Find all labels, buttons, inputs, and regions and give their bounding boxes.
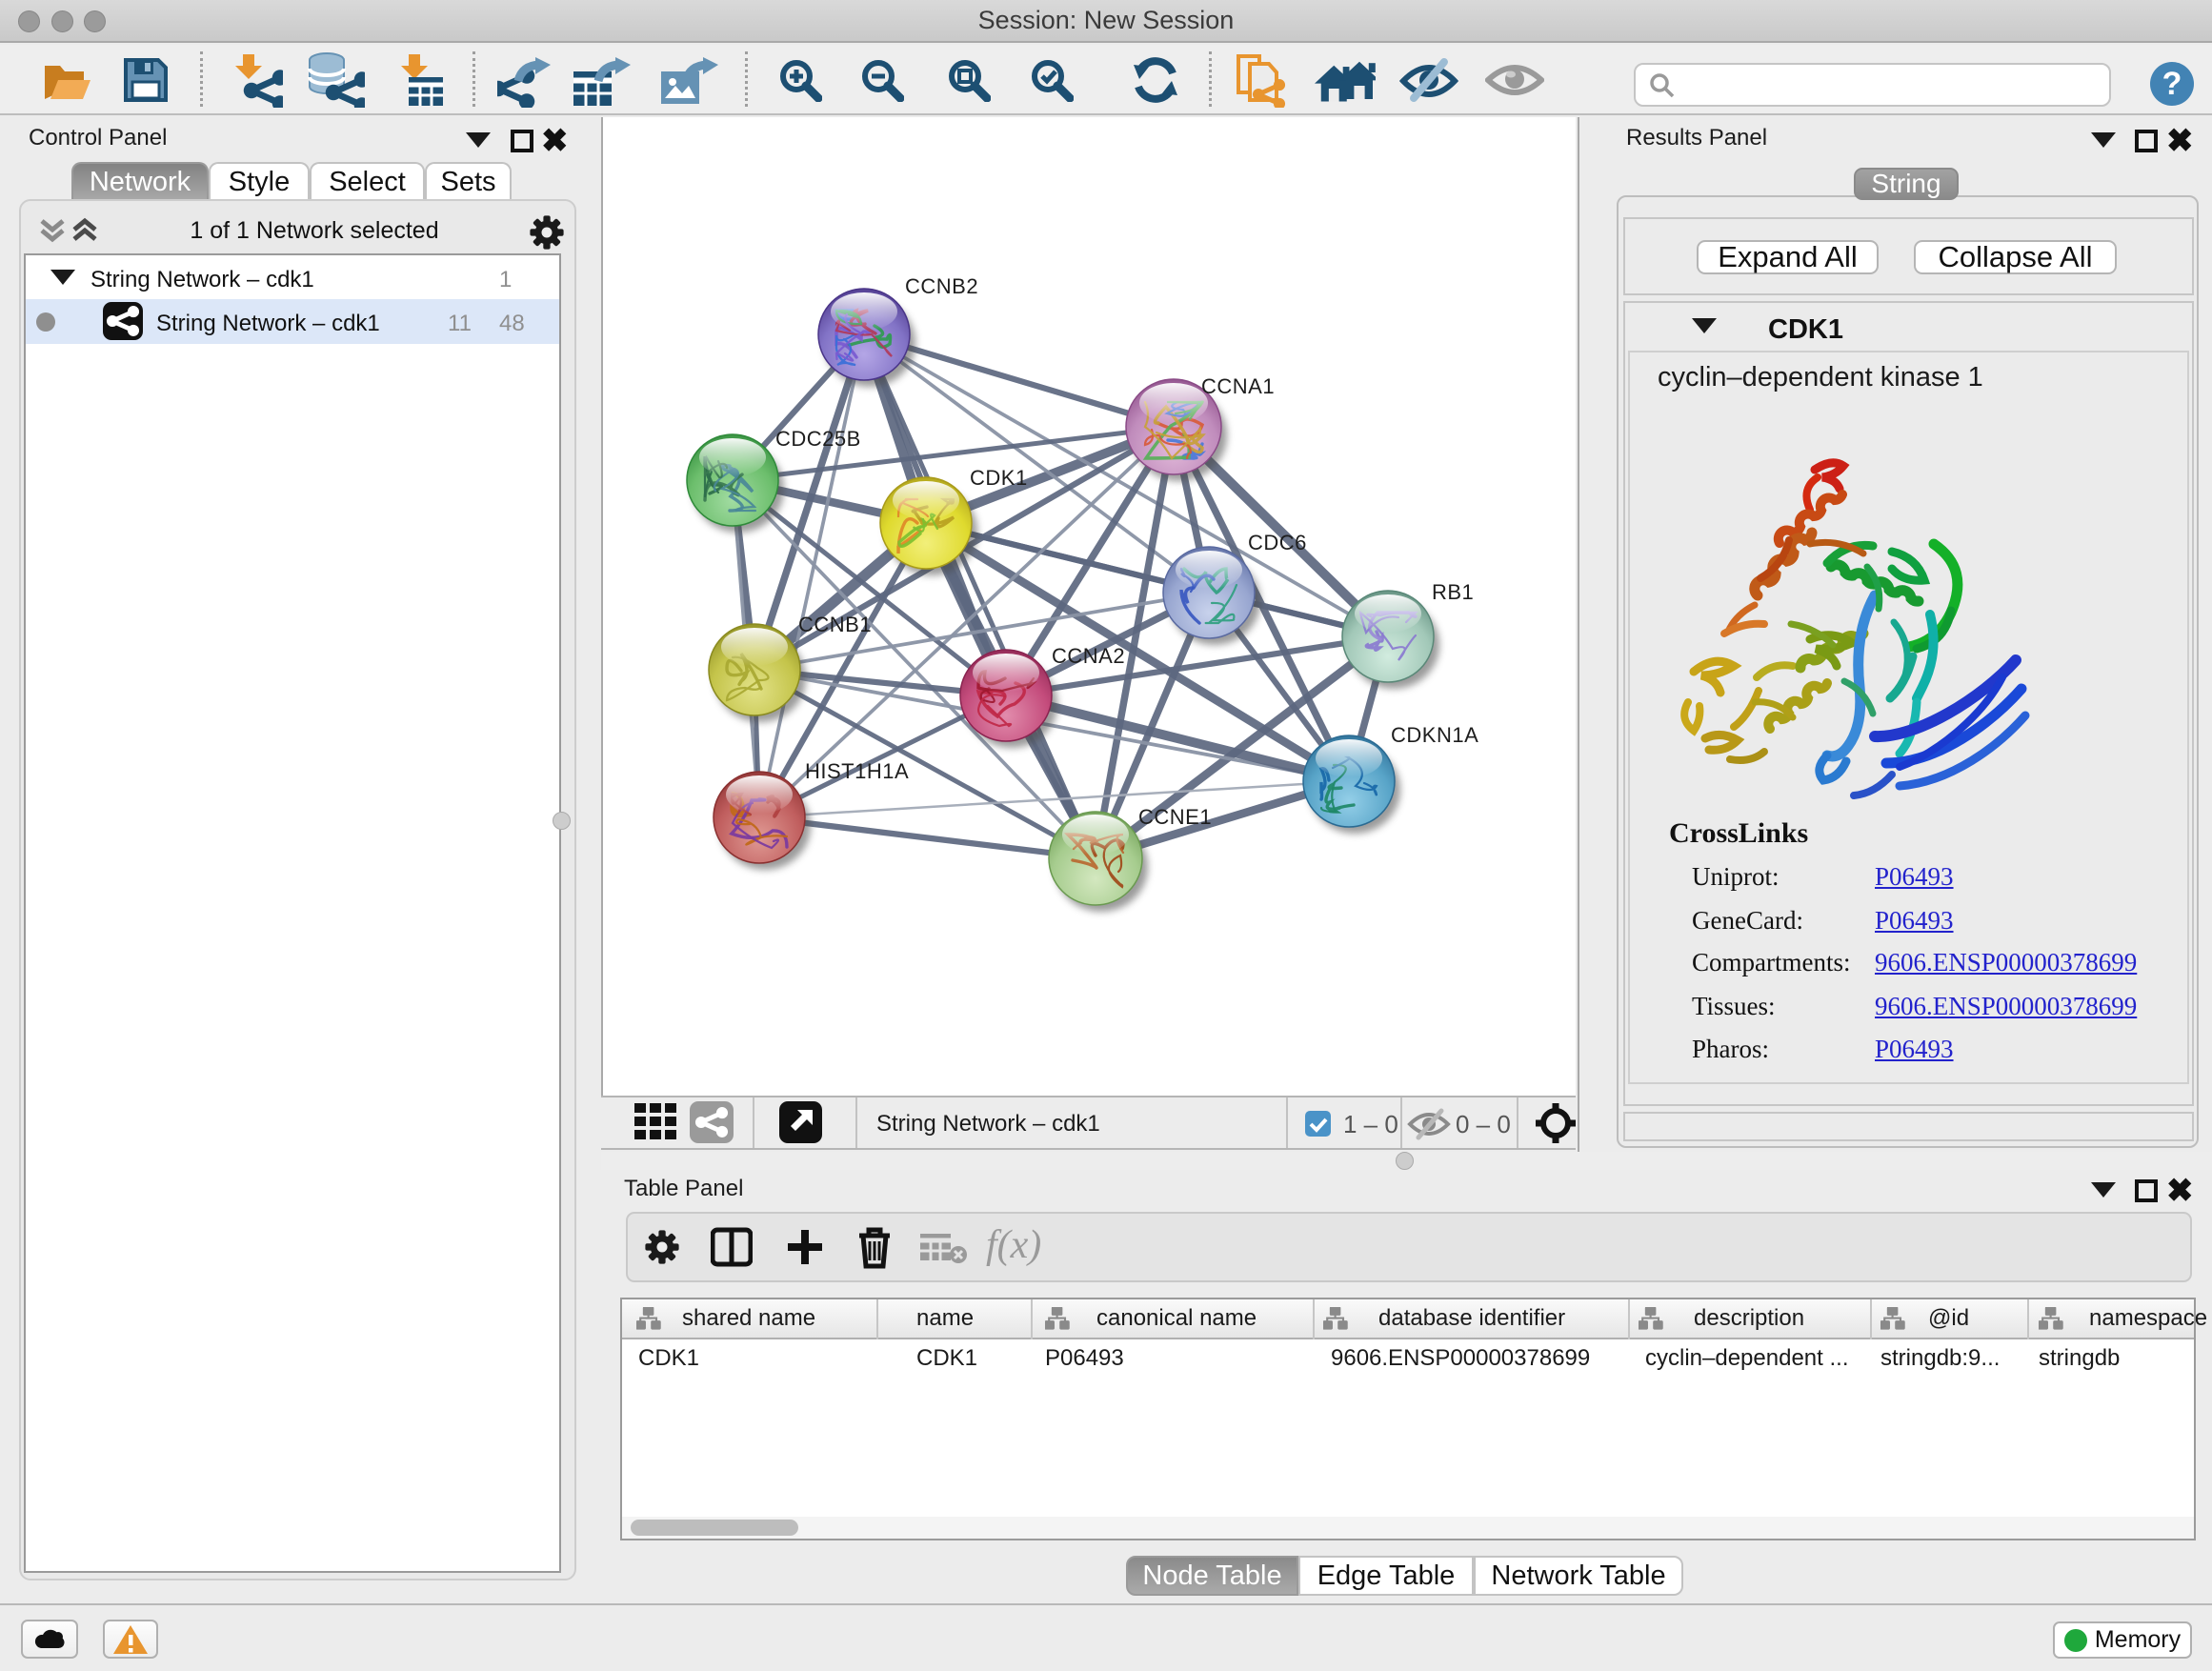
svg-text:RB1: RB1 <box>1432 580 1474 604</box>
svg-text:HIST1H1A: HIST1H1A <box>805 759 909 783</box>
svg-text:CCNE1: CCNE1 <box>1138 805 1212 829</box>
svg-text:CDC25B: CDC25B <box>775 427 861 451</box>
svg-text:CCNA1: CCNA1 <box>1201 374 1275 398</box>
svg-text:CCNA2: CCNA2 <box>1052 644 1125 668</box>
svg-text:CDKN1A: CDKN1A <box>1391 723 1478 747</box>
svg-text:CDK1: CDK1 <box>970 466 1028 490</box>
svg-text:CCNB1: CCNB1 <box>798 613 872 636</box>
svg-text:CCNB2: CCNB2 <box>905 274 978 298</box>
svg-text:CDC6: CDC6 <box>1248 531 1307 554</box>
